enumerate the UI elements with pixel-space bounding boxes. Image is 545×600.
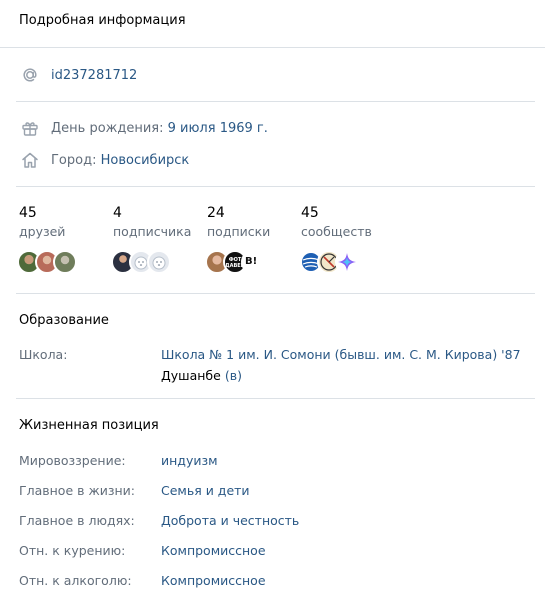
communities-counter[interactable]: 45 сообществ — [301, 205, 372, 239]
worldview-label: Мировоззрение: — [19, 453, 126, 468]
alcohol-link[interactable]: Компромиссное — [161, 573, 266, 588]
dog-icon — [152, 256, 166, 270]
deactivated-avatar[interactable] — [147, 250, 171, 274]
divider — [16, 186, 535, 187]
city-link[interactable]: Новосибирск — [101, 153, 190, 168]
gift-icon — [22, 122, 38, 136]
user-id-link[interactable]: id237281712 — [51, 68, 137, 83]
page-title: Подробная информация — [19, 13, 186, 28]
followers-count: 4 — [113, 205, 122, 221]
alcohol-label: Отн. к алкоголю: — [19, 573, 132, 588]
avatar[interactable] — [53, 250, 77, 274]
worldview-link[interactable]: индуизм — [161, 453, 218, 468]
avatar-logo-text: B! — [245, 256, 258, 267]
at-sign-icon — [23, 68, 37, 82]
communities-label: сообществ — [301, 224, 372, 239]
subscriptions-label: подписки — [207, 224, 271, 239]
smoking-label: Отн. к курению: — [19, 543, 126, 558]
divider — [16, 398, 535, 399]
school-city-suffix-link[interactable]: (в) — [225, 368, 242, 383]
header-divider — [0, 47, 545, 48]
people-priority-label: Главное в людях: — [19, 513, 135, 528]
subscriptions-count: 24 — [207, 205, 225, 221]
sparkle-icon — [338, 253, 356, 271]
city-row: Город: Новосибирск — [51, 153, 189, 168]
followers-counter[interactable]: 4 подписчика — [113, 205, 191, 239]
communities-avatars — [299, 250, 359, 274]
followers-avatars — [111, 250, 171, 274]
friends-label: друзей — [19, 224, 66, 239]
friends-avatars — [17, 250, 77, 274]
life-priority-link[interactable]: Семья и дети — [161, 483, 250, 498]
life-priority-label: Главное в жизни: — [19, 483, 136, 498]
friends-count: 45 — [19, 205, 37, 221]
people-priority-link[interactable]: Доброта и честность — [161, 513, 299, 528]
birthday-label: День рождения: — [51, 121, 164, 136]
school-city: Душанбе — [161, 368, 221, 383]
subscriptions-counter[interactable]: 24 подписки — [207, 205, 270, 239]
school-location: Душанбе (в) — [161, 368, 242, 383]
subscriptions-avatars: ФОТ ДАВЕЙ B! — [205, 250, 265, 274]
communities-count: 45 — [301, 205, 319, 221]
education-title: Образование — [19, 313, 109, 328]
birthday-link[interactable]: 9 июля 1969 г. — [168, 121, 268, 136]
school-label: Школа: — [19, 347, 68, 362]
divider — [16, 293, 535, 294]
city-label: Город: — [51, 153, 97, 168]
community-avatar[interactable] — [335, 250, 359, 274]
school-link[interactable]: Школа № 1 им. И. Сомони (бывш. им. С. М.… — [161, 347, 521, 362]
divider — [16, 101, 535, 102]
avatar[interactable]: B! — [241, 250, 265, 274]
life-position-title: Жизненная позиция — [19, 418, 159, 433]
friends-counter[interactable]: 45 друзей — [19, 205, 65, 239]
birthday-row: День рождения: 9 июля 1969 г. — [51, 121, 268, 136]
smoking-link[interactable]: Компромиссное — [161, 543, 266, 558]
followers-label: подписчика — [113, 224, 192, 239]
home-icon — [22, 152, 38, 168]
